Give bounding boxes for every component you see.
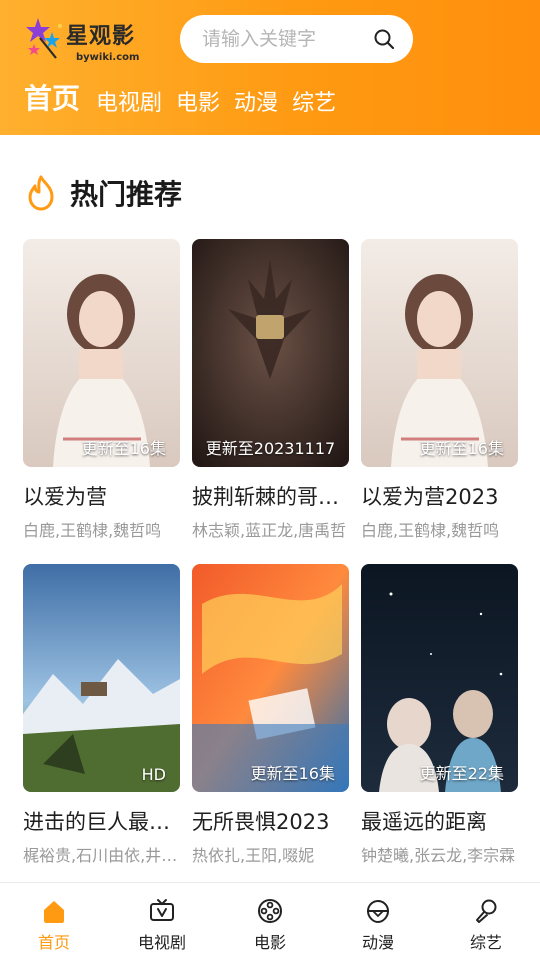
brand-domain: bywiki.com: [76, 52, 140, 63]
card-title: 披荆斩棘的哥哥第三季: [192, 485, 349, 509]
poster-image: 更新至20231117: [192, 239, 349, 467]
tab-label: 电影: [253, 933, 286, 952]
logo-star-icon: [26, 18, 62, 59]
episode-badge: 更新至16集: [250, 764, 335, 783]
card-title: 无所畏惧2023: [192, 810, 330, 834]
card-cast: 钟楚曦,张云龙,李宗霖: [361, 846, 516, 865]
tab-label: 动漫: [361, 933, 394, 952]
film-reel-icon: [258, 899, 282, 923]
card-title: 最遥远的距离: [361, 810, 487, 834]
app-logo[interactable]: 星观影 bywiki.com: [22, 14, 142, 66]
fire-icon: [28, 175, 54, 211]
poster-image: 更新至22集: [361, 564, 518, 792]
poster-image: HD: [23, 564, 180, 792]
video-card[interactable]: HD 进击的巨人最终季 梶裕贵,石川由依,井上麻里奈: [23, 564, 180, 866]
card-title: 以爱为营2023: [361, 485, 499, 509]
video-card[interactable]: 更新至16集 无所畏惧2023 热依扎,王阳,啜妮: [192, 564, 349, 866]
video-card[interactable]: 更新至22集 最遥远的距离 钟楚曦,张云龙,李宗霖: [361, 564, 518, 866]
anime-icon: [366, 899, 390, 924]
nav-item-anime[interactable]: 动漫: [234, 85, 278, 117]
video-card[interactable]: 更新至16集 以爱为营 白鹿,王鹤棣,魏哲鸣: [23, 239, 180, 541]
episode-badge: 更新至16集: [419, 439, 504, 458]
section-header: 热门推荐: [24, 173, 182, 213]
nav-item-variety[interactable]: 综艺: [292, 85, 336, 117]
card-cast: 热依扎,王阳,啜妮: [192, 846, 315, 865]
section-title: 热门推荐: [70, 178, 183, 211]
nav-item-home[interactable]: 首页: [24, 77, 80, 117]
nav-item-tv[interactable]: 电视剧: [96, 85, 162, 117]
tab-movie[interactable]: 电影: [216, 883, 324, 960]
search-input[interactable]: [202, 15, 362, 63]
microphone-icon: [476, 899, 497, 923]
video-card[interactable]: 更新至16集 以爱为营2023 白鹿,王鹤棣,魏哲鸣: [361, 239, 518, 541]
poster-image: 更新至16集: [361, 239, 518, 467]
episode-badge: 更新至22集: [419, 764, 504, 783]
episode-badge: 更新至16集: [81, 439, 166, 458]
quality-badge: HD: [141, 765, 166, 784]
video-card[interactable]: 更新至20231117 披荆斩棘的哥哥第三季 林志颖,蓝正龙,唐禹哲: [192, 239, 349, 541]
card-cast: 梶裕贵,石川由依,井上麻里奈: [23, 846, 180, 865]
bottom-tab-bar: 首页 电视剧 电影 动漫 综艺: [0, 882, 540, 960]
search-bar[interactable]: [180, 15, 413, 63]
tab-label: 综艺: [469, 933, 502, 952]
poster-image: 更新至16集: [23, 239, 180, 467]
search-icon[interactable]: [373, 28, 395, 50]
home-icon: [44, 901, 64, 923]
tab-anime[interactable]: 动漫: [324, 883, 432, 960]
tab-home[interactable]: 首页: [0, 883, 108, 960]
tab-tv[interactable]: 电视剧: [108, 883, 216, 960]
app-header: 星观影 bywiki.com 首页 电视剧 电影 动漫 综艺: [0, 0, 540, 135]
main-content: 热门推荐 更新至16集 以爱为营 白鹿,王鹤棣,魏哲鸣 更新至20231117 …: [0, 135, 540, 882]
tv-icon: [150, 899, 174, 921]
tab-label: 电视剧: [137, 933, 186, 952]
card-cast: 白鹿,王鹤棣,魏哲鸣: [23, 521, 162, 540]
brand-name: 星观影: [66, 24, 136, 49]
card-title: 以爱为营: [23, 485, 107, 509]
nav-item-movie[interactable]: 电影: [176, 85, 220, 117]
tab-variety[interactable]: 综艺: [432, 883, 540, 960]
card-title: 进击的巨人最终季: [23, 810, 180, 834]
poster-image: 更新至16集: [192, 564, 349, 792]
category-nav: 首页 电视剧 电影 动漫 综艺: [24, 77, 350, 117]
card-cast: 白鹿,王鹤棣,魏哲鸣: [361, 521, 500, 540]
episode-badge: 更新至20231117: [205, 439, 336, 458]
tab-label: 首页: [37, 933, 70, 952]
card-cast: 林志颖,蓝正龙,唐禹哲: [192, 521, 347, 540]
